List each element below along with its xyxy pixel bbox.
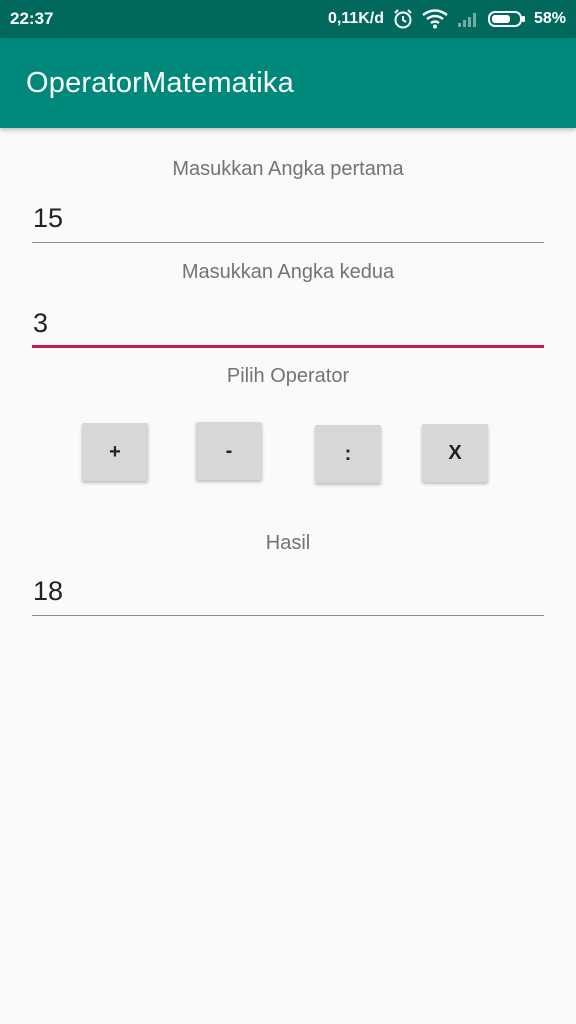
battery-percent: 58% — [533, 10, 566, 27]
network-speed: 0,11K/d — [327, 10, 384, 27]
result-input[interactable] — [33, 576, 544, 607]
signal-icon — [456, 10, 480, 28]
first-number-label: Masukkan Angka pertama — [172, 158, 404, 180]
battery-icon — [487, 10, 526, 28]
second-number-label: Masukkan Angka kedua — [181, 261, 395, 283]
add-button[interactable]: + — [82, 423, 148, 481]
first-number-field[interactable] — [32, 193, 544, 243]
alarm-icon — [392, 8, 414, 30]
divide-button[interactable]: : — [315, 425, 381, 483]
status-indicators: 0,11K/d 58% — [328, 8, 566, 30]
status-time: 22:37 — [10, 9, 54, 28]
second-number-field[interactable] — [32, 298, 544, 348]
app-bar: OperatorMatematika — [0, 38, 576, 128]
result-field[interactable] — [32, 566, 544, 616]
second-number-input[interactable] — [33, 308, 544, 339]
subtract-button[interactable]: - — [196, 422, 262, 480]
app-title: OperatorMatematika — [26, 66, 294, 99]
result-label: Hasil — [265, 532, 311, 554]
status-bar: 22:37 0,11K/d 58% — [0, 0, 576, 38]
multiply-button[interactable]: X — [422, 424, 488, 482]
first-number-input[interactable] — [33, 203, 544, 234]
wifi-icon — [422, 9, 448, 29]
operator-label: Pilih Operator — [226, 365, 350, 387]
